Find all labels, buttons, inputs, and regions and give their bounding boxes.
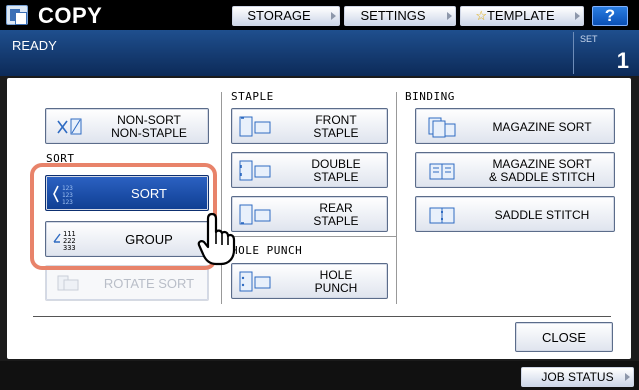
magazine-sort-icon [428,117,456,138]
front-staple-line1: FRONT [315,113,357,127]
settings-label: SETTINGS [360,8,426,23]
magazine-sort-label: MAGAZINE SORT [492,120,592,134]
staple-section-label: STAPLE [231,90,274,103]
arrow-right-icon [447,12,452,20]
job-status-label: JOB STATUS [541,370,614,384]
mag-saddle-line2: & SADDLE STITCH [488,170,596,184]
hole-punch-button[interactable]: HOLE PUNCH [231,263,388,299]
front-staple-icon [239,116,271,137]
arrow-right-icon [575,12,580,20]
callout-highlight [30,163,217,270]
copy-screen: COPY STORAGE SETTINGS ☆TEMPLATE ? READY … [0,0,639,390]
non-sort-line2: NON-STAPLE [111,126,187,140]
divider [223,236,396,237]
hole-punch-line1: HOLE [319,268,353,282]
book-icon [429,163,455,180]
magazine-sort-saddle-stitch-button[interactable]: MAGAZINE SORT & SADDLE STITCH [415,152,615,188]
front-staple-line2: STAPLE [313,126,359,140]
set-label: SET [580,34,598,44]
set-value: 1 [616,48,629,73]
rotate-sort-icon [57,275,79,291]
divider [396,92,397,304]
arrow-right-icon [625,373,630,381]
settings-button[interactable]: SETTINGS [344,6,456,26]
front-staple-button[interactable]: FRONT STAPLE [231,108,388,144]
top-bar: COPY STORAGE SETTINGS ☆TEMPLATE ? [0,0,639,30]
hole-punch-line2: PUNCH [314,281,358,295]
saddle-stitch-label: SADDLE STITCH [494,208,590,222]
non-sort-icon [57,118,82,135]
storage-button[interactable]: STORAGE [232,6,340,26]
saddle-stitch-button[interactable]: SADDLE STITCH [415,196,615,232]
template-button[interactable]: ☆TEMPLATE [460,6,584,26]
rear-staple-icon [239,204,271,225]
divider [33,316,611,317]
divider [221,92,222,304]
status-text: READY [12,38,57,53]
help-button[interactable]: ? [592,6,628,26]
template-label: TEMPLATE [486,8,555,23]
saddle-stitch-icon [429,207,455,224]
set-counter: SET 1 [573,32,631,74]
app-title: COPY [38,3,103,28]
status-bar: READY SET 1 [0,30,639,76]
arrow-right-icon [331,12,336,20]
hand-pointer-icon [197,212,236,266]
double-staple-line1: DOUBLE [311,157,361,171]
hole-punch-icon [239,271,271,292]
binding-section-label: BINDING [405,90,455,103]
mag-saddle-line1: MAGAZINE SORT [492,157,592,171]
rear-staple-line2: STAPLE [313,214,359,228]
job-status-button[interactable]: JOB STATUS [521,367,634,387]
magazine-sort-button[interactable]: MAGAZINE SORT [415,108,615,144]
close-button[interactable]: CLOSE [515,322,613,352]
double-staple-line2: STAPLE [313,170,359,184]
rotate-sort-button[interactable]: ROTATE SORT [45,265,209,301]
copy-icon [6,5,28,25]
non-sort-non-staple-button[interactable]: NON-SORT NON-STAPLE [45,108,209,144]
double-staple-button[interactable]: DOUBLE STAPLE [231,152,388,188]
non-sort-line1: NON-SORT [117,113,181,127]
rear-staple-line1: REAR [319,201,353,215]
template-label-wrap: ☆TEMPLATE [475,7,568,25]
storage-label: STORAGE [247,8,311,23]
star-icon: ☆ [475,8,487,23]
rotate-sort-label: ROTATE SORT [103,276,195,291]
rear-staple-button[interactable]: REAR STAPLE [231,196,388,232]
double-staple-icon [239,160,271,181]
close-label: CLOSE [541,330,587,345]
